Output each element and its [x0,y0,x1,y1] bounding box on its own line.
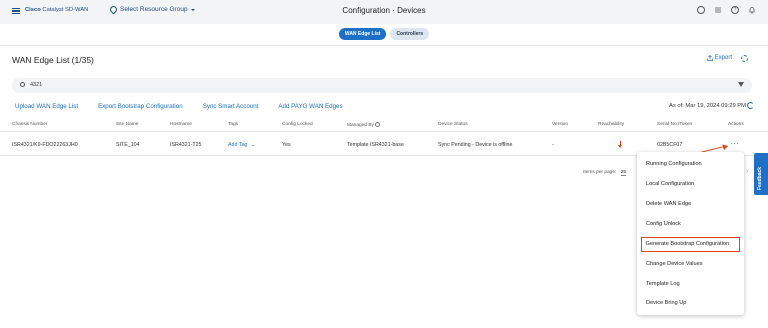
cell-serial: 02B5CF07 [657,142,683,148]
menu-item-template-log[interactable]: Template Log [641,277,740,292]
cell-site: SITE_104 [116,142,140,148]
cell-version: - [552,142,554,148]
list-title: WAN Edge List (1/35) [12,55,94,65]
add-tag-link[interactable]: Add Tag ⌄ [228,142,255,148]
export-bootstrap-config-link[interactable]: Export Bootstrap Configuration [98,103,183,110]
col-actions: Actions [728,122,744,127]
refresh-icon[interactable] [747,102,754,109]
gear-icon[interactable] [741,55,748,62]
col-device-status[interactable]: Device Status [438,122,468,127]
col-serial-token[interactable]: Serial No./Token [657,122,692,127]
col-managed-by-label: Managed By [347,123,374,128]
bell-icon[interactable] [748,6,756,14]
sync-smart-account-link[interactable]: Sync Smart Account [203,103,259,110]
table-header: Chassis Number Site Name Hostname Tags C… [0,118,768,132]
col-config-locked[interactable]: Config Locked [282,122,313,127]
menu-item-running-configuration[interactable]: Running Configuration [641,157,740,172]
col-hostname[interactable]: Hostname [170,122,192,127]
list-icon[interactable] [714,6,722,14]
upload-wan-edge-list-link[interactable]: Upload WAN Edge List [15,103,78,110]
col-managed-by[interactable]: Managed By [347,122,381,128]
divider [0,45,768,46]
add-tag-label: Add Tag [228,142,248,148]
header-icons: ? [697,6,756,14]
col-chassis-number[interactable]: Chassis Number [12,122,47,127]
pagination: Items per page: 25 [583,170,627,176]
menu-item-local-configuration[interactable]: Local Configuration [641,177,740,192]
add-payg-wan-edges-link[interactable]: Add PAYG WAN Edges [278,103,342,110]
help-icon[interactable]: ? [731,6,739,14]
cell-managed-by: Template ISR4321-base [347,142,404,148]
menu-item-delete-wan-edge[interactable]: Delete WAN Edge [641,197,740,212]
search-bar[interactable]: 4321 [12,78,752,93]
filter-icon[interactable] [738,82,744,87]
cell-hostname: ISR4321-T25 [170,142,202,148]
more-actions-icon[interactable]: ··· [730,140,740,148]
chevron-right-icon[interactable]: › [746,168,748,175]
export-label: Export [714,55,732,61]
feedback-button[interactable]: Feedback [754,153,768,195]
col-reachability[interactable]: Reachability [598,122,624,127]
search-icon [20,82,25,87]
as-of-timestamp: As of: Mar 19, 2024 09:29 PM [668,103,746,109]
tab-wan-edge-list[interactable]: WAN Edge List [338,28,387,40]
tab-bar: WAN Edge List Controllers [0,28,768,40]
export-icon [706,55,713,61]
search-input[interactable]: 4321 [30,82,42,88]
menu-item-change-device-values[interactable]: Change Device Values [641,257,740,272]
cell-config-locked: Yes [282,142,291,148]
top-bar: Cisco Catalyst SD-WAN Select Resource Gr… [0,0,768,24]
tab-controllers[interactable]: Controllers [390,28,430,40]
items-per-page-select[interactable]: 25 [620,170,627,176]
col-tags[interactable]: Tags [228,122,238,127]
export-button[interactable]: Export [706,55,732,61]
page-title: Configuration · Devices [342,6,426,15]
cell-device-status: Sync Pending - Device is offline [438,142,513,148]
menu-item-device-bring-up[interactable]: Device Bring Up [641,296,740,311]
col-site-name[interactable]: Site Name [116,122,138,127]
cell-chassis: ISR4321/K9-FDO22263JH0 [12,142,78,148]
cloud-icon[interactable] [697,6,705,14]
feedback-label: Feedback [757,166,763,190]
actions-dropdown-menu: Running Configuration Local Configuratio… [637,152,744,315]
reachability-down-arrow-icon [618,141,622,148]
items-per-page-label: Items per page: [583,170,617,175]
action-links: Upload WAN Edge List Export Bootstrap Co… [15,103,343,110]
info-icon[interactable] [375,122,381,127]
chevron-down-icon: ⌄ [250,142,256,148]
menu-item-generate-bootstrap-configuration[interactable]: Generate Bootstrap Configuration [641,237,740,252]
col-version[interactable]: Version [552,122,568,127]
menu-item-config-unlock[interactable]: Config Unlock [641,217,740,232]
